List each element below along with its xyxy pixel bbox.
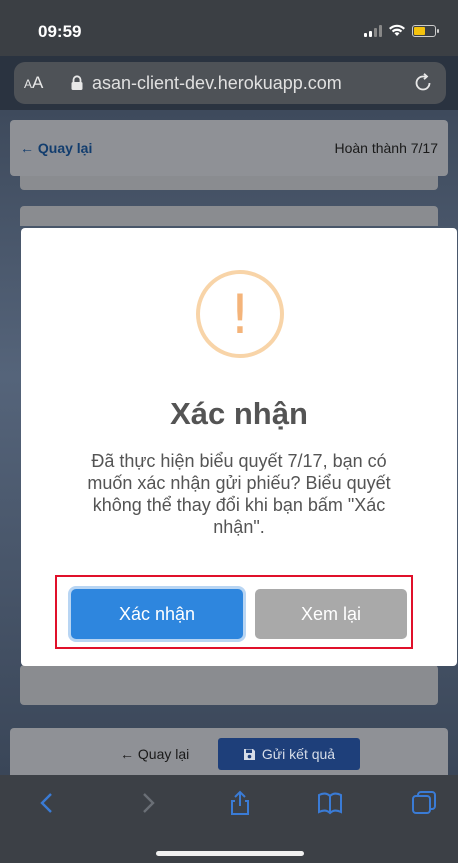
page-card xyxy=(20,665,438,705)
submit-results-label: Gửi kết quả xyxy=(261,746,336,762)
save-icon xyxy=(243,748,255,760)
share-icon[interactable] xyxy=(226,789,254,817)
address-bar[interactable]: AA asan-client-dev.herokuapp.com xyxy=(14,62,446,104)
highlight-frame: Xác nhận Xem lại xyxy=(55,575,413,649)
bookmarks-icon[interactable] xyxy=(316,789,344,817)
confirm-dialog: ! Xác nhận Đã thực hiện biểu quyết 7/17,… xyxy=(21,228,457,666)
warning-icon: ! xyxy=(196,270,284,358)
reload-icon[interactable] xyxy=(412,72,434,94)
page-card xyxy=(20,176,438,190)
wifi-icon xyxy=(389,24,405,36)
page-card xyxy=(20,206,438,226)
status-icons xyxy=(364,24,439,37)
lock-icon xyxy=(71,75,83,90)
back-arrow-icon[interactable] xyxy=(34,789,62,817)
status-time: 09:59 xyxy=(38,22,82,41)
progress-text: Hoàn thành 7/17 xyxy=(334,140,438,156)
url-text[interactable]: asan-client-dev.herokuapp.com xyxy=(92,73,412,94)
confirm-button[interactable]: Xác nhận xyxy=(71,589,243,639)
submit-results-button[interactable]: Gửi kết quả xyxy=(218,738,360,770)
dialog-title: Xác nhận xyxy=(170,396,308,431)
home-indicator xyxy=(156,851,304,856)
text-size-button[interactable]: AA xyxy=(24,73,64,93)
bottom-back-link[interactable]: ← Quay lại xyxy=(120,746,189,762)
dialog-message: Đã thực hiện biểu quyết 7/17, bạn có muố… xyxy=(87,451,391,537)
page-header: ← Quay lại Hoàn thành 7/17 xyxy=(10,120,448,176)
back-link[interactable]: ← Quay lại xyxy=(20,140,92,156)
signal-icon xyxy=(364,24,382,37)
status-bar: 09:59 xyxy=(0,0,458,56)
page-footer: ← Quay lại Gửi kết quả xyxy=(10,728,448,780)
battery-icon xyxy=(412,24,439,37)
review-button[interactable]: Xem lại xyxy=(255,589,407,639)
forward-arrow-icon[interactable] xyxy=(133,789,161,817)
browser-toolbar xyxy=(0,775,458,863)
tabs-icon[interactable] xyxy=(410,789,438,817)
